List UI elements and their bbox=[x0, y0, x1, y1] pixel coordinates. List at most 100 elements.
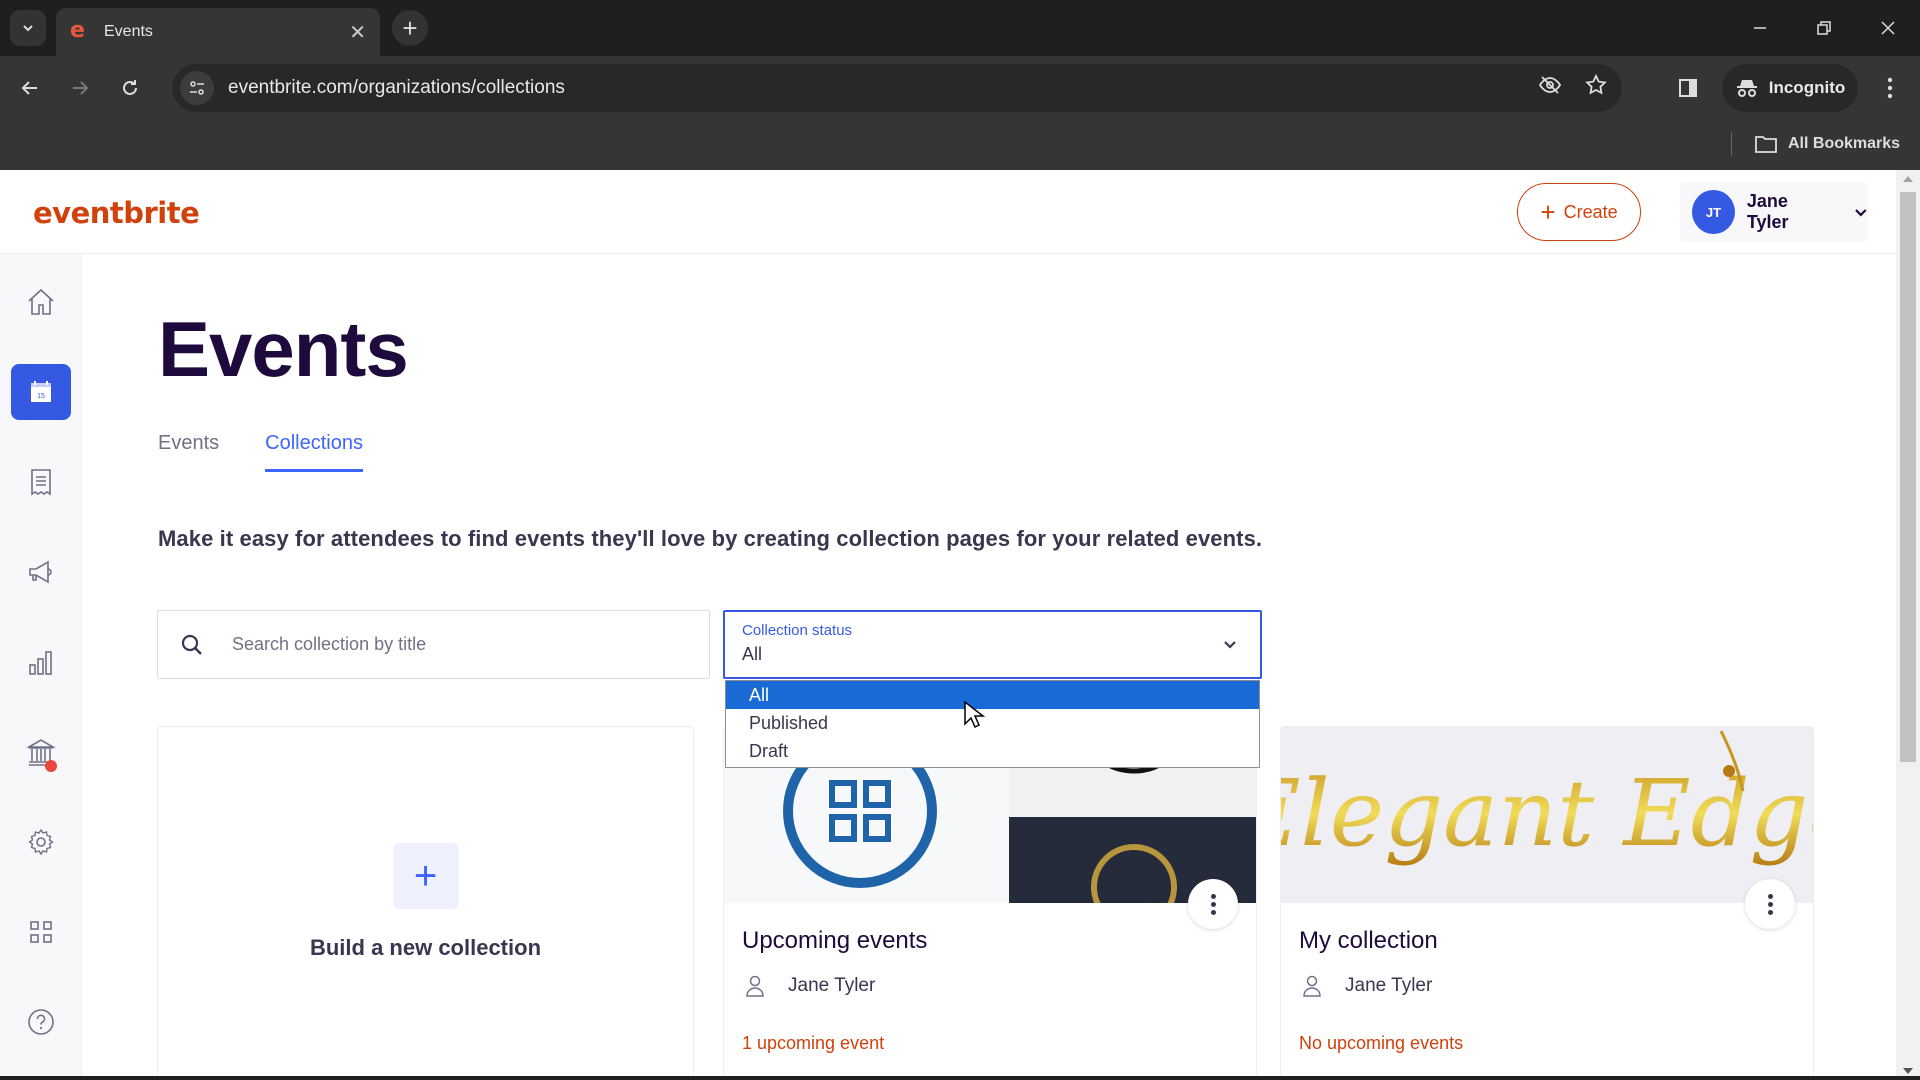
status-option-all[interactable]: All bbox=[726, 681, 1259, 709]
collection-status-label: Collection status bbox=[742, 622, 853, 639]
tab-title: Events bbox=[104, 23, 153, 40]
side-panel-icon bbox=[1679, 79, 1697, 97]
tab-collections[interactable]: Collections bbox=[265, 432, 363, 472]
site-header: eventbrite + Create JT Jane Tyler bbox=[0, 170, 1896, 254]
collection-status-value: All bbox=[742, 644, 763, 664]
minimize-button[interactable] bbox=[1740, 10, 1780, 46]
receipt-icon bbox=[31, 469, 51, 496]
site-info-button[interactable] bbox=[180, 71, 214, 105]
sidebar-item-reports[interactable] bbox=[11, 634, 71, 690]
svg-text:15: 15 bbox=[37, 393, 45, 400]
sidebar-item-settings[interactable] bbox=[11, 814, 71, 870]
status-option-published[interactable]: Published bbox=[726, 709, 1259, 737]
plus-icon: + bbox=[392, 843, 459, 909]
all-bookmarks-button[interactable]: All Bookmarks bbox=[1754, 128, 1900, 160]
bookmarks-separator bbox=[1731, 132, 1732, 156]
tune-icon bbox=[190, 81, 204, 95]
back-button[interactable] bbox=[12, 70, 48, 106]
create-button[interactable]: + Create bbox=[1517, 183, 1641, 241]
elegant-edge-image: Elegant Edge bbox=[1281, 730, 1813, 867]
browser-menu-button[interactable] bbox=[1872, 70, 1908, 106]
close-tab-icon[interactable]: ✕ bbox=[349, 20, 366, 45]
home-icon bbox=[28, 288, 54, 315]
collection-card[interactable]: Upcoming events Jane Tyler 1 upcoming ev… bbox=[723, 726, 1257, 1080]
page-description: Make it easy for attendees to find event… bbox=[158, 526, 1263, 551]
folder-icon bbox=[1755, 136, 1777, 153]
user-menu[interactable]: JT Jane Tyler bbox=[1680, 182, 1868, 242]
restore-icon bbox=[1817, 21, 1831, 35]
page-title: Events bbox=[158, 305, 409, 393]
bar-chart-icon bbox=[29, 651, 52, 675]
browser-tab-bar: e Events ✕ + bbox=[0, 0, 1920, 56]
scroll-down-arrow-icon[interactable] bbox=[1903, 1068, 1913, 1074]
collection-title[interactable]: Upcoming events bbox=[742, 927, 927, 955]
collection-card[interactable]: Elegant Edge My collection Jane Tyler No… bbox=[1280, 726, 1814, 1080]
restore-button[interactable] bbox=[1804, 10, 1844, 46]
incognito-icon bbox=[1736, 80, 1757, 97]
minimize-icon bbox=[1754, 27, 1766, 29]
sidebar: 15 bbox=[0, 254, 82, 1080]
reload-icon bbox=[123, 80, 137, 95]
sidebar-item-home[interactable] bbox=[11, 274, 71, 330]
collection-status-select[interactable]: Collection status All bbox=[723, 610, 1262, 679]
incognito-indicator[interactable]: Incognito bbox=[1722, 64, 1858, 112]
eventbrite-favicon-icon: e bbox=[70, 18, 85, 43]
sidebar-item-events[interactable]: 15 bbox=[11, 364, 71, 420]
collection-more-button[interactable] bbox=[1745, 879, 1795, 929]
page-tabs: Events Collections bbox=[158, 432, 363, 472]
sidebar-item-apps[interactable] bbox=[11, 904, 71, 960]
chevron-down-icon bbox=[1855, 209, 1867, 217]
collection-owner-name: Jane Tyler bbox=[788, 975, 876, 996]
user-icon bbox=[1303, 975, 1321, 997]
help-icon bbox=[28, 1009, 54, 1035]
profile-label: Incognito bbox=[1768, 78, 1846, 97]
close-icon bbox=[1881, 21, 1895, 35]
collection-owner: Jane Tyler bbox=[1299, 973, 1432, 999]
all-bookmarks-label: All Bookmarks bbox=[1788, 135, 1901, 152]
search-icon bbox=[181, 634, 202, 655]
chevron-down-icon bbox=[1224, 641, 1236, 649]
chevron-down-icon bbox=[23, 25, 33, 32]
sidebar-item-orders[interactable] bbox=[11, 454, 71, 510]
user-name: Jane Tyler bbox=[1746, 191, 1789, 232]
build-new-collection-card[interactable]: + Build a new collection bbox=[157, 726, 694, 1080]
side-panel-button[interactable] bbox=[1670, 70, 1706, 106]
reload-button[interactable] bbox=[112, 70, 148, 106]
browser-tab[interactable]: e Events ✕ bbox=[56, 8, 380, 56]
megaphone-icon bbox=[29, 560, 52, 584]
tab-search-button[interactable] bbox=[10, 10, 46, 46]
sidebar-item-finance[interactable] bbox=[11, 724, 71, 780]
forward-button[interactable] bbox=[62, 70, 98, 106]
page-scrollbar[interactable] bbox=[1896, 170, 1920, 1080]
taskbar-edge bbox=[0, 1076, 1920, 1080]
sidebar-item-marketing[interactable] bbox=[11, 544, 71, 600]
new-tab-button[interactable]: + bbox=[392, 10, 428, 46]
collection-title[interactable]: My collection bbox=[1299, 927, 1438, 955]
scroll-up-arrow-icon[interactable] bbox=[1903, 176, 1913, 182]
collection-status-text: 1 upcoming event bbox=[742, 1033, 885, 1053]
eventbrite-logo[interactable]: eventbrite bbox=[33, 196, 200, 230]
eye-off-icon[interactable] bbox=[1530, 73, 1570, 103]
collection-status-text: No upcoming events bbox=[1299, 1033, 1464, 1053]
search-collection-field[interactable] bbox=[157, 610, 710, 679]
url-text[interactable]: eventbrite.com/organizations/collections bbox=[228, 77, 1530, 99]
collection-owner: Jane Tyler bbox=[742, 973, 875, 999]
status-option-draft[interactable]: Draft bbox=[726, 737, 1259, 765]
search-collection-input[interactable] bbox=[232, 634, 672, 655]
close-window-button[interactable] bbox=[1868, 10, 1908, 46]
bookmark-star-icon[interactable] bbox=[1576, 73, 1616, 103]
address-bar[interactable]: eventbrite.com/organizations/collections bbox=[172, 64, 1622, 112]
collection-more-button[interactable] bbox=[1188, 879, 1238, 929]
scrollbar-thumb[interactable] bbox=[1900, 192, 1916, 762]
plus-icon: + bbox=[1540, 197, 1556, 227]
apps-grid-icon bbox=[30, 921, 52, 943]
tab-events[interactable]: Events bbox=[158, 432, 219, 472]
notification-dot bbox=[45, 760, 57, 772]
avatar: JT bbox=[1692, 190, 1735, 234]
more-vertical-icon bbox=[1887, 77, 1893, 99]
sidebar-item-help[interactable] bbox=[11, 994, 71, 1050]
build-new-collection-label: Build a new collection bbox=[309, 935, 542, 960]
arrow-left-icon bbox=[21, 81, 37, 95]
web-page: eventbrite + Create JT Jane Tyler 15 Eve… bbox=[0, 170, 1920, 1080]
collection-owner-name: Jane Tyler bbox=[1345, 975, 1433, 996]
